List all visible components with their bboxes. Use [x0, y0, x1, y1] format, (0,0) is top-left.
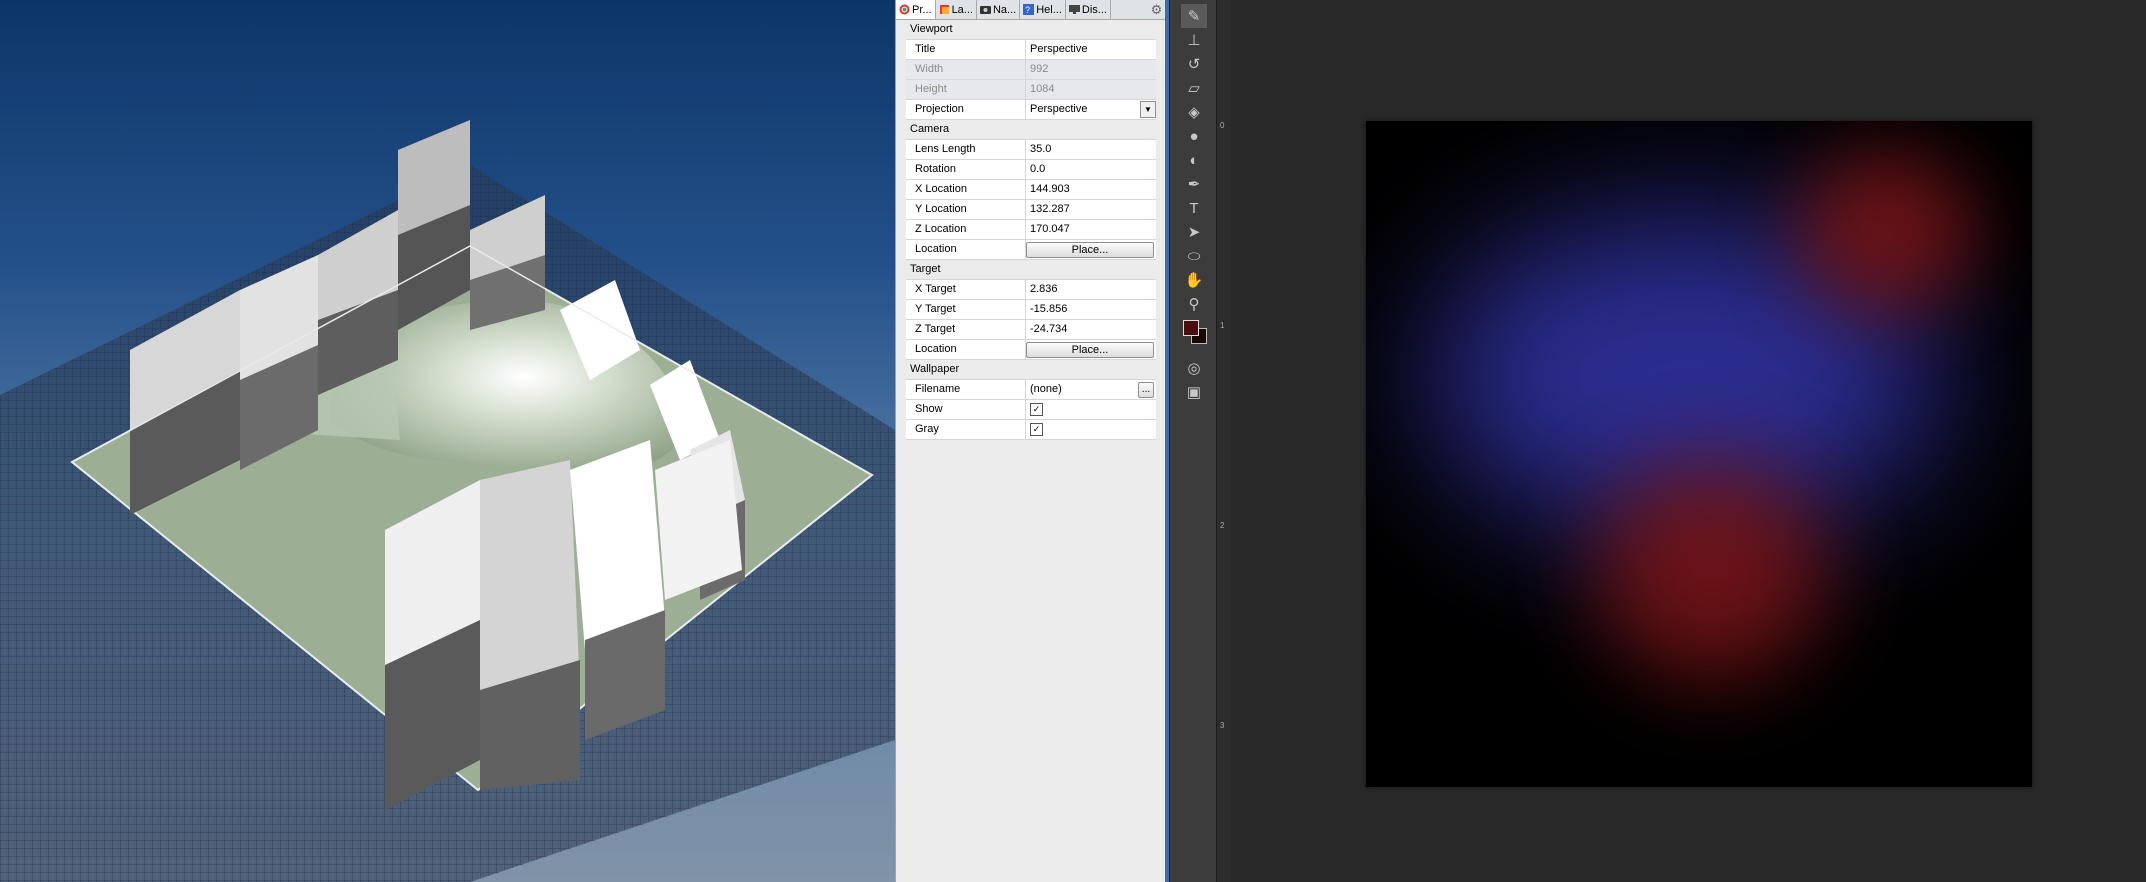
- target-place-button[interactable]: Place...: [1026, 342, 1154, 358]
- path-select-icon[interactable]: ➤: [1181, 220, 1207, 244]
- projection-select[interactable]: Perspective ▼: [1026, 100, 1156, 119]
- y-target-field[interactable]: -15.856: [1026, 300, 1156, 319]
- red-blob-top: [1796, 151, 1976, 311]
- tab-layers[interactable]: La...: [936, 0, 977, 19]
- foreground-color-swatch[interactable]: [1183, 320, 1199, 336]
- lens-length-field[interactable]: 35.0: [1026, 140, 1156, 159]
- stamp-icon[interactable]: ⊥: [1181, 28, 1207, 52]
- tab-properties[interactable]: Pr...: [896, 0, 936, 19]
- row-z-location: Z Location 170.047: [906, 220, 1156, 240]
- svg-text:?: ?: [1025, 5, 1030, 15]
- gray-checkbox[interactable]: ✓: [1030, 423, 1043, 436]
- color-swatches: [1181, 316, 1217, 356]
- z-target-field[interactable]: -24.734: [1026, 320, 1156, 339]
- row-x-target: X Target 2.836: [906, 280, 1156, 300]
- panel-tabs: Pr... La... Na... ? Hel... Dis... ⚙: [896, 0, 1166, 20]
- row-projection: Projection Perspective ▼: [906, 100, 1156, 120]
- perspective-viewport[interactable]: [0, 0, 895, 882]
- type-icon[interactable]: T: [1181, 196, 1207, 220]
- vertical-ruler: 0 1 2 3: [1216, 0, 1231, 882]
- section-target: Target: [896, 260, 1166, 279]
- tab-label: Dis...: [1081, 3, 1107, 16]
- title-field[interactable]: Perspective: [1026, 40, 1156, 59]
- section-wallpaper: Wallpaper: [896, 360, 1166, 379]
- properties-icon: [899, 4, 910, 15]
- row-width: Width 992: [906, 60, 1156, 80]
- row-rotation: Rotation 0.0: [906, 160, 1156, 180]
- zoom-icon[interactable]: ⚲: [1181, 292, 1207, 316]
- tab-label: Hel...: [1036, 3, 1062, 16]
- screen-mode-icon[interactable]: ▣: [1181, 380, 1207, 404]
- tab-display[interactable]: Dis...: [1066, 0, 1111, 19]
- dodge-icon[interactable]: ◐: [1181, 148, 1207, 172]
- hand-icon[interactable]: ✋: [1181, 268, 1207, 292]
- row-target-location: Location Place...: [906, 340, 1156, 360]
- x-target-field[interactable]: 2.836: [1026, 280, 1156, 299]
- x-location-field[interactable]: 144.903: [1026, 180, 1156, 199]
- row-y-location: Y Location 132.287: [906, 200, 1156, 220]
- blur-icon[interactable]: ●: [1181, 124, 1207, 148]
- help-icon: ?: [1023, 4, 1035, 15]
- row-z-target: Z Target -24.734: [906, 320, 1156, 340]
- section-camera: Camera: [896, 120, 1166, 139]
- ellipse-icon[interactable]: ⬭: [1181, 244, 1207, 268]
- camera-place-button[interactable]: Place...: [1026, 242, 1154, 258]
- filename-field[interactable]: (none) ...: [1026, 380, 1156, 399]
- row-lens-length: Lens Length 35.0: [906, 140, 1156, 160]
- tab-label: Na...: [992, 3, 1017, 16]
- image-canvas[interactable]: [1366, 121, 2032, 787]
- row-title: Title Perspective: [906, 40, 1156, 60]
- chevron-down-icon[interactable]: ▼: [1140, 101, 1156, 118]
- red-blob-bottom: [1596, 461, 1826, 681]
- tab-label: La...: [951, 3, 973, 16]
- rotation-field[interactable]: 0.0: [1026, 160, 1156, 179]
- row-gray: Gray ✓: [906, 420, 1156, 440]
- y-location-field[interactable]: 132.287: [1026, 200, 1156, 219]
- tools-panel: ✎ ⊥ ↺ ▱ ◈ ● ◐ ✒ T ➤ ⬭ ✋ ⚲ ◎ ▣: [1169, 0, 1217, 882]
- row-x-location: X Location 144.903: [906, 180, 1156, 200]
- eraser-icon[interactable]: ▱: [1181, 76, 1207, 100]
- tab-label: Pr...: [912, 3, 932, 16]
- section-viewport: Viewport: [896, 20, 1166, 39]
- brush-icon[interactable]: ✎: [1181, 4, 1207, 28]
- layers-icon: [939, 4, 950, 15]
- quick-mask-icon[interactable]: ◎: [1181, 356, 1207, 380]
- bucket-icon[interactable]: ◈: [1181, 100, 1207, 124]
- z-location-field[interactable]: 170.047: [1026, 220, 1156, 239]
- row-show: Show ✓: [906, 400, 1156, 420]
- pen-icon[interactable]: ✒: [1181, 172, 1207, 196]
- browse-button[interactable]: ...: [1138, 381, 1154, 398]
- row-filename: Filename (none) ...: [906, 380, 1156, 400]
- show-checkbox[interactable]: ✓: [1030, 403, 1043, 416]
- properties-panel: Pr... La... Na... ? Hel... Dis... ⚙ View…: [895, 0, 1166, 882]
- width-field: 992: [1026, 60, 1156, 79]
- tab-named-views[interactable]: Na...: [977, 0, 1021, 19]
- display-icon: [1068, 4, 1080, 15]
- panel-options-gear-icon[interactable]: ⚙: [1147, 0, 1166, 19]
- height-field: 1084: [1026, 80, 1156, 99]
- tab-help[interactable]: ? Hel...: [1020, 0, 1066, 19]
- row-height: Height 1084: [906, 80, 1156, 100]
- row-camera-location: Location Place...: [906, 240, 1156, 260]
- viewport-scene: [0, 120, 895, 882]
- row-y-target: Y Target -15.856: [906, 300, 1156, 320]
- history-brush-icon[interactable]: ↺: [1181, 52, 1207, 76]
- named-views-icon: [979, 4, 991, 15]
